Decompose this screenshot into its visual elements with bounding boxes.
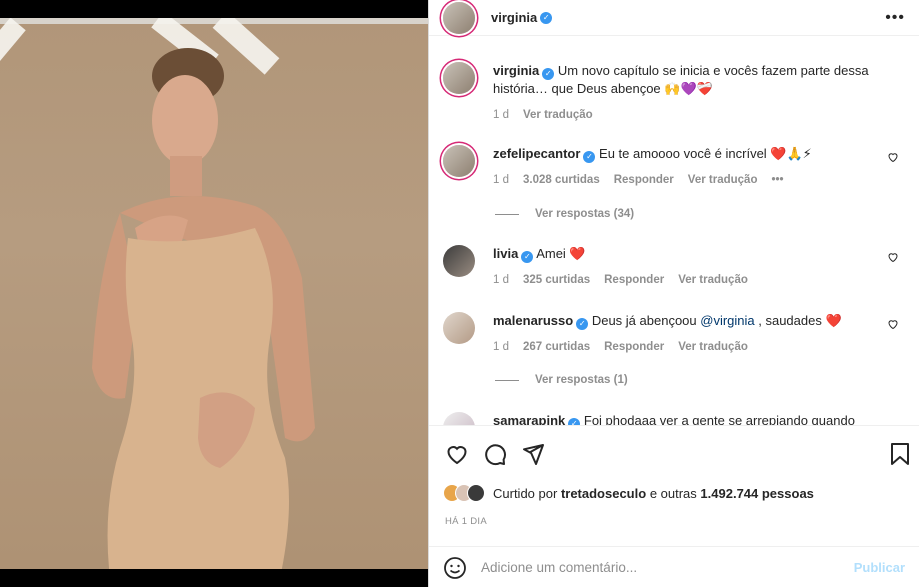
view-replies-label: Ver respostas (1): [535, 374, 628, 386]
verified-icon: ✓: [521, 251, 534, 263]
comment-item: samarapink ✓ Foi phodaaa ver a gente se a…: [443, 412, 905, 425]
caption-text-line: virginia ✓ Um novo capítulo se inicia e v…: [493, 62, 905, 98]
comment-icon[interactable]: [483, 442, 507, 466]
comment-avatar[interactable]: [443, 245, 475, 277]
post-header: virginia ✓ •••: [429, 0, 919, 36]
likes-prefix: Curtido por: [493, 485, 558, 501]
likes-middle: e outras: [649, 485, 697, 501]
comment-likes-button[interactable]: 325 curtidas: [523, 271, 590, 289]
comment-input[interactable]: [481, 560, 854, 575]
add-comment-bar: Publicar: [429, 546, 919, 587]
comment-meta: 1 d 3.028 curtidas Responder Ver traduçã…: [493, 171, 905, 189]
likes-summary: Curtido por tretadoseculo e outras 1.492…: [443, 484, 814, 502]
comment-author[interactable]: samarapink: [493, 413, 565, 425]
comment-text: Eu te amoooo você é incrível ❤️🙏⚡: [599, 146, 812, 161]
likes-user-link[interactable]: tretadoseculo: [561, 486, 646, 501]
comments-list[interactable]: virginia ✓ Um novo capítulo se inicia e v…: [429, 50, 919, 425]
comment-author[interactable]: malenarusso: [493, 313, 573, 328]
verified-icon: ✓: [583, 151, 596, 163]
comment-text: Amei ❤️: [536, 246, 586, 261]
verified-icon: ✓: [542, 68, 555, 80]
comment-avatar[interactable]: [443, 412, 475, 425]
comment-item: zefelipecantor ✓ Eu te amoooo você é incr…: [443, 145, 905, 189]
comment-item: malenarusso ✓ Deus já abençoou @virginia …: [443, 312, 905, 356]
comment-avatar[interactable]: [443, 312, 475, 344]
caption-item: virginia ✓ Um novo capítulo se inicia e v…: [443, 62, 905, 124]
replies-divider: [495, 379, 519, 381]
likes-count-link[interactable]: 1.492.744 pessoas: [700, 486, 813, 501]
comment-like-heart-icon[interactable]: [887, 318, 899, 330]
comment-meta: 1 d 267 curtidas Responder Ver tradução: [493, 338, 905, 356]
verified-icon: ✓: [568, 418, 581, 425]
caption-author[interactable]: virginia: [493, 63, 539, 78]
comment-translate-button[interactable]: Ver tradução: [678, 338, 748, 356]
emoji-icon[interactable]: [443, 556, 467, 580]
view-replies-label: Ver respostas (34): [535, 208, 635, 220]
share-icon[interactable]: [521, 442, 545, 466]
photo-tape: [0, 18, 26, 69]
view-replies-button[interactable]: Ver respostas (1): [495, 374, 628, 386]
comment-time: 1 d: [493, 274, 509, 286]
heart-icon[interactable]: [445, 442, 469, 466]
comment-mention-link[interactable]: @virginia: [700, 313, 754, 328]
likers-avatars[interactable]: [443, 484, 485, 502]
photo-image: [0, 18, 428, 569]
comment-likes-button[interactable]: 267 curtidas: [523, 338, 590, 356]
action-icons: [445, 442, 545, 466]
comment-text: Foi phodaaa ver a gente se arrepiando qu…: [583, 413, 855, 425]
post-photo[interactable]: [0, 0, 428, 587]
bookmark-icon[interactable]: [889, 442, 911, 466]
comment-likes-button[interactable]: 3.028 curtidas: [523, 171, 600, 189]
caption-avatar[interactable]: [443, 62, 475, 94]
post-side-panel: virginia ✓ ••• virginia ✓ Um novo capítul…: [428, 0, 919, 587]
comment-more-icon[interactable]: •••: [771, 171, 783, 189]
author-username[interactable]: virginia: [491, 10, 537, 25]
comment-author[interactable]: livia: [493, 246, 518, 261]
view-replies-button[interactable]: Ver respostas (34): [495, 208, 634, 220]
author-avatar[interactable]: [443, 1, 475, 34]
more-icon[interactable]: •••: [885, 9, 905, 27]
comment-text-after: , saudades ❤️: [754, 313, 842, 328]
comment-item: livia ✓ Amei ❤️ 1 d 325 curtidas Responde…: [443, 245, 905, 289]
photo-person-figure: [92, 48, 315, 569]
comment-translate-button[interactable]: Ver tradução: [688, 171, 758, 189]
post-timestamp[interactable]: HÁ 1 DIA: [445, 516, 487, 527]
verified-icon: ✓: [576, 318, 589, 330]
publish-button[interactable]: Publicar: [854, 560, 905, 575]
comment-text-line: malenarusso ✓ Deus já abençoou @virginia …: [493, 312, 905, 330]
caption-meta: 1 d Ver tradução: [493, 106, 905, 124]
comment-author[interactable]: zefelipecantor: [493, 146, 580, 161]
comment-reply-button[interactable]: Responder: [604, 271, 664, 289]
comment-meta: 1 d 325 curtidas Responder Ver tradução: [493, 271, 905, 289]
comment-text-line: zefelipecantor ✓ Eu te amoooo você é incr…: [493, 145, 905, 163]
comment-reply-button[interactable]: Responder: [604, 338, 664, 356]
comment-avatar[interactable]: [443, 145, 475, 177]
photo-wall-edge: [0, 18, 428, 24]
comment-text-line: samarapink ✓ Foi phodaaa ver a gente se a…: [493, 412, 905, 425]
comment-like-heart-icon[interactable]: [887, 151, 899, 163]
comment-text-line: livia ✓ Amei ❤️: [493, 245, 905, 263]
post-actions: Curtido por tretadoseculo e outras 1.492…: [429, 425, 919, 587]
comment-like-heart-icon[interactable]: [887, 251, 899, 263]
verified-icon: ✓: [540, 11, 553, 24]
comment-translate-button[interactable]: Ver tradução: [678, 271, 748, 289]
comment-reply-button[interactable]: Responder: [614, 171, 674, 189]
caption-time: 1 d: [493, 109, 509, 121]
replies-divider: [495, 213, 519, 215]
comment-time: 1 d: [493, 341, 509, 353]
comment-time: 1 d: [493, 174, 509, 186]
comment-text-before: Deus já abençoou: [591, 313, 701, 328]
caption-translate-button[interactable]: Ver tradução: [523, 106, 593, 124]
